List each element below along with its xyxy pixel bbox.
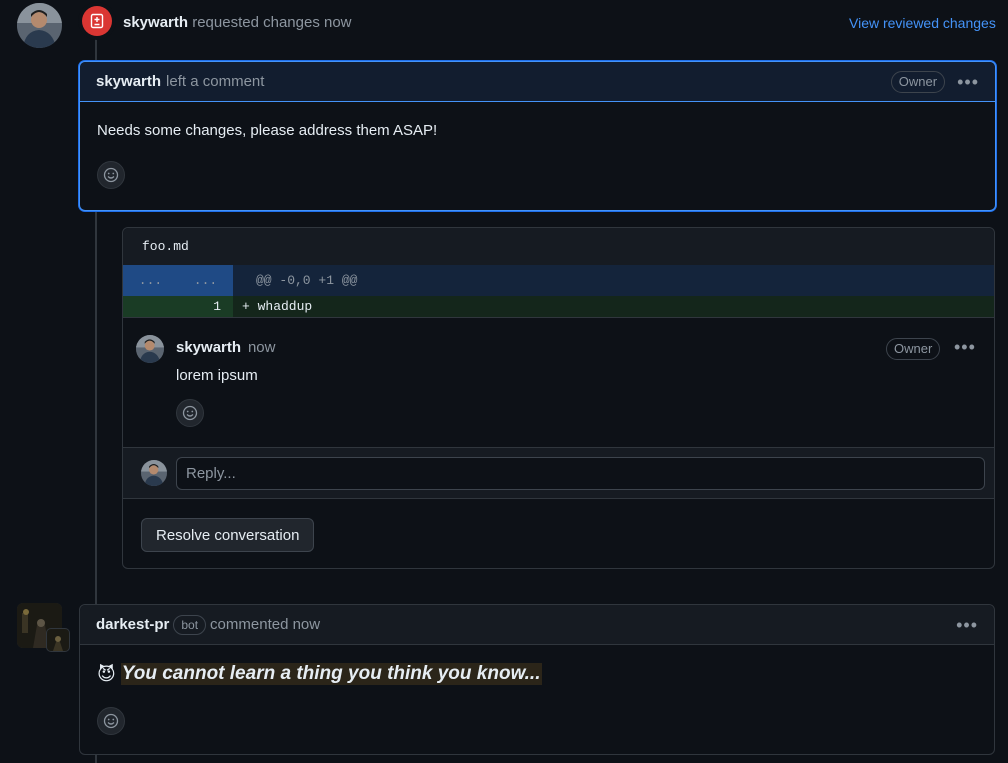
- bot-author[interactable]: darkest-pr: [96, 616, 169, 633]
- bot-action[interactable]: commented now: [210, 616, 320, 633]
- view-reviewed-changes-link[interactable]: View reviewed changes: [849, 15, 996, 31]
- owner-badge: Owner: [890, 70, 946, 93]
- thread-comment-header: skywarth now: [176, 339, 275, 356]
- line-content: + whaddup: [233, 296, 994, 317]
- bot-comment-box: darkest-pr bot commented now ••• 😈 You c…: [79, 604, 995, 755]
- add-reaction-button[interactable]: [97, 161, 125, 189]
- smiley-icon: [182, 405, 198, 421]
- kebab-menu-icon[interactable]: •••: [954, 338, 976, 356]
- current-user-avatar: [141, 460, 167, 486]
- person-icon: [17, 3, 62, 48]
- reply-row: Reply...: [123, 447, 994, 499]
- kebab-menu-icon[interactable]: •••: [956, 616, 978, 634]
- hunk-row: ... ... @@ -0,0 +1 @@: [123, 265, 994, 296]
- thread-comment: skywarth now Owner ••• lorem ipsum: [123, 317, 994, 447]
- resolve-row: Resolve conversation: [123, 499, 994, 571]
- review-header: skywarth requested changes now: [123, 14, 352, 31]
- hunk-expand-right[interactable]: ...: [178, 265, 233, 296]
- thread-comment-time[interactable]: now: [248, 339, 276, 356]
- comment-author[interactable]: skywarth: [96, 73, 161, 90]
- bot-comment-header: darkest-pr bot commented now •••: [80, 605, 994, 645]
- reviewer-avatar[interactable]: [17, 3, 62, 48]
- review-author[interactable]: skywarth: [123, 14, 188, 31]
- owner-badge: Owner: [886, 338, 941, 360]
- add-reaction-button[interactable]: [176, 399, 204, 427]
- thread-comment-author[interactable]: skywarth: [176, 339, 241, 356]
- review-action: requested changes now: [192, 14, 352, 31]
- hunk-header: @@ -0,0 +1 @@: [233, 265, 994, 296]
- review-comment-header: skywarth left a comment Owner •••: [80, 62, 995, 102]
- thread-comment-body: lorem ipsum: [176, 367, 258, 384]
- add-reaction-button[interactable]: [97, 707, 125, 735]
- bot-badge: bot: [173, 614, 207, 635]
- diff-line-added: 1 + whaddup: [123, 296, 994, 317]
- commenter-avatar[interactable]: [136, 335, 164, 363]
- bot-comment-body: 😈 You cannot learn a thing you think you…: [80, 645, 994, 685]
- comment-body: Needs some changes, please address them …: [97, 122, 438, 139]
- devil-emoji-icon: 😈: [97, 663, 116, 684]
- file-thread: foo.md ... ... @@ -0,0 +1 @@ 1 + whaddup…: [122, 227, 995, 569]
- file-name[interactable]: foo.md: [142, 239, 189, 254]
- review-comment-box: skywarth left a comment Owner ••• Needs …: [79, 61, 996, 211]
- file-header: foo.md: [123, 228, 994, 265]
- bot-icon: [47, 629, 69, 651]
- line-number[interactable]: 1: [123, 296, 233, 317]
- reply-input[interactable]: Reply...: [176, 457, 985, 490]
- smiley-icon: [103, 167, 119, 183]
- bot-quote: You cannot learn a thing you think you k…: [120, 663, 542, 685]
- kebab-menu-icon[interactable]: •••: [957, 73, 979, 91]
- person-icon: [141, 460, 167, 486]
- smiley-icon: [103, 713, 119, 729]
- changes-requested-icon: [82, 6, 112, 36]
- bot-small-avatar: [46, 628, 70, 652]
- hunk-expand-left[interactable]: ...: [123, 265, 178, 296]
- person-icon: [136, 335, 164, 363]
- resolve-conversation-button[interactable]: Resolve conversation: [141, 518, 315, 552]
- comment-action: left a comment: [166, 73, 265, 90]
